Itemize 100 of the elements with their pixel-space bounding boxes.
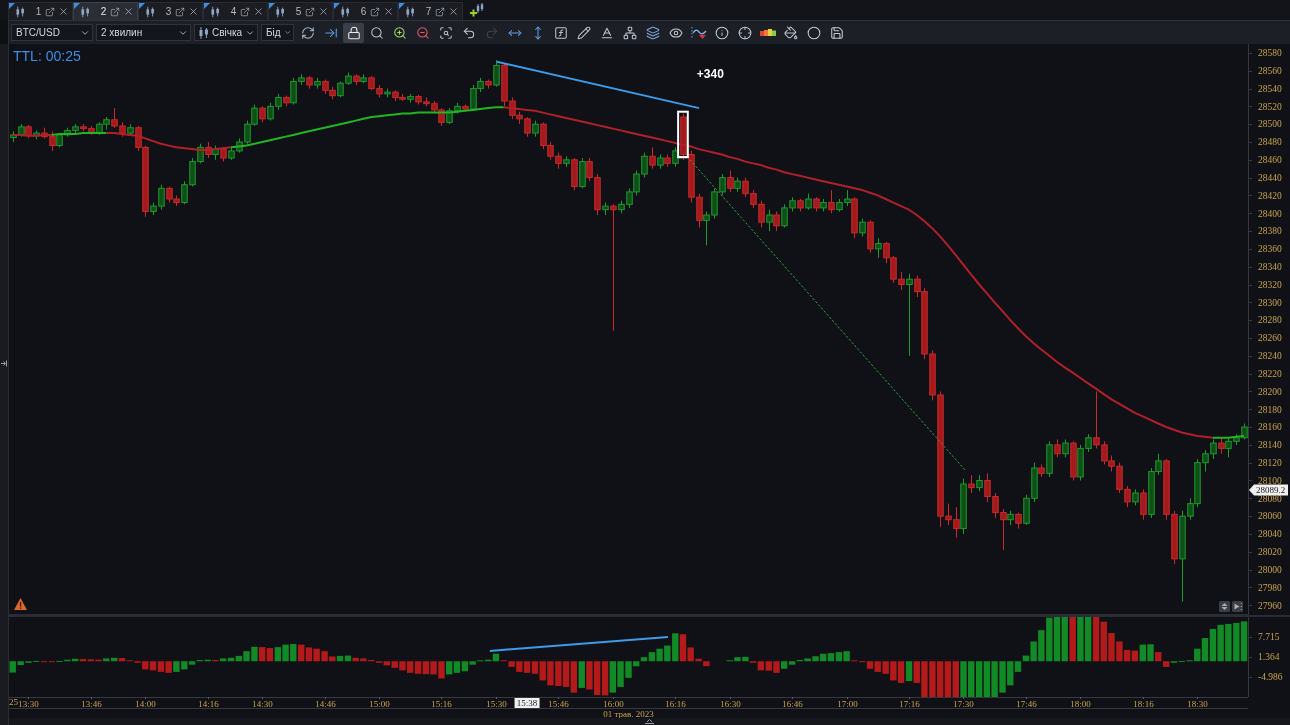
- candle-wick: [831, 189, 832, 214]
- y-tick-label: 28089.2: [1256, 485, 1286, 496]
- axis-label: 7.715: [1258, 632, 1280, 643]
- chart-tab[interactable]: 6: [333, 2, 398, 20]
- close-button[interactable]: [58, 5, 69, 18]
- candlestick-icon: [81, 5, 90, 18]
- candle-wick: [1003, 508, 1004, 551]
- close-button[interactable]: [318, 5, 329, 18]
- network-icon: [622, 25, 637, 40]
- undo-icon: [461, 25, 476, 40]
- lock-button[interactable]: [343, 22, 364, 43]
- candle-wick: [675, 146, 676, 168]
- add-chart-button[interactable]: [469, 2, 485, 18]
- candle-wick: [1205, 449, 1206, 473]
- axis-label: 27960: [1258, 600, 1282, 611]
- candle-wick: [886, 241, 887, 264]
- candle-wick: [714, 187, 715, 220]
- candle-wick: [1213, 439, 1214, 460]
- candle-wick: [1127, 485, 1128, 508]
- close-button[interactable]: [253, 5, 264, 18]
- axis-label: 28040: [1258, 529, 1282, 540]
- axis-label: 28400: [1258, 208, 1282, 219]
- axis-label: 28220: [1258, 368, 1282, 379]
- candlestick-icon: [276, 5, 285, 18]
- layers-icon: [645, 25, 660, 40]
- time-label: 25: [9, 697, 18, 708]
- axis-label: 28440: [1258, 172, 1282, 183]
- candlestick-icon: [16, 5, 25, 18]
- axis-label: 1.364: [1258, 652, 1280, 663]
- magnifier-icon: [369, 25, 384, 40]
- crosshair-icon: [737, 25, 752, 40]
- candle-wick: [722, 173, 723, 196]
- color-bars-icon: [759, 28, 776, 37]
- eye-icon: [668, 25, 683, 40]
- collapse-arrow-icon: [645, 719, 654, 724]
- close-button[interactable]: [188, 5, 199, 18]
- axis-label: 28460: [1258, 155, 1282, 166]
- axis-label: 28100: [1258, 475, 1282, 486]
- candle-wick: [1228, 437, 1229, 458]
- chart-tab[interactable]: 2: [73, 2, 138, 20]
- candle-wick: [1158, 453, 1159, 476]
- axis-label: 28080: [1258, 493, 1282, 504]
- axis-label: 28140: [1258, 440, 1282, 451]
- axis-label: 28500: [1258, 119, 1282, 130]
- candle-wick: [636, 170, 637, 196]
- candle-wick: [161, 184, 162, 211]
- popout-icon: [369, 6, 380, 17]
- candle-wick: [1104, 440, 1105, 465]
- chart-tab[interactable]: 4: [203, 2, 268, 20]
- axis-label: 28120: [1258, 457, 1282, 468]
- candle-wick: [730, 170, 731, 193]
- close-button[interactable]: [448, 5, 459, 18]
- popout-button[interactable]: [239, 5, 250, 18]
- axis-label: 28240: [1258, 351, 1282, 362]
- timeframe-select[interactable]: 2 хвилин: [96, 24, 191, 41]
- popout-button[interactable]: [109, 5, 120, 18]
- chart-tab[interactable]: 5: [268, 2, 333, 20]
- candle-wick: [83, 123, 84, 132]
- chart-tab[interactable]: 1: [8, 2, 73, 20]
- candle-wick: [987, 472, 988, 503]
- candle-wick: [699, 193, 700, 228]
- popout-icon: [434, 6, 445, 17]
- price-tag: 28089.2: [1249, 484, 1288, 496]
- function-icon: [553, 25, 568, 40]
- up-down-button[interactable]: [1219, 601, 1230, 612]
- candle-wick: [652, 146, 653, 170]
- candle-wick: [761, 200, 762, 228]
- chart-type-select[interactable]: Свічка: [194, 24, 258, 41]
- scroll-right-button[interactable]: [1232, 601, 1243, 612]
- popout-button[interactable]: [44, 5, 55, 18]
- popout-button[interactable]: [434, 5, 445, 18]
- price-side-select[interactable]: Бід: [261, 24, 294, 41]
- close-button[interactable]: [123, 5, 134, 18]
- close-icon: [383, 6, 394, 17]
- candle-wick: [512, 96, 513, 120]
- candle-wick: [644, 152, 645, 179]
- candle-wick: [769, 209, 770, 232]
- popout-button[interactable]: [304, 5, 315, 18]
- highlight-frame: [677, 110, 689, 159]
- candle-wick: [402, 93, 403, 102]
- warning-icon: [14, 598, 27, 610]
- axis-label: 28260: [1258, 333, 1282, 344]
- candle-wick: [1096, 390, 1097, 449]
- popout-icon: [239, 6, 250, 17]
- scan-search-icon: [438, 25, 453, 40]
- candlestick-icon: [406, 5, 415, 18]
- popout-icon: [174, 6, 185, 17]
- popout-button[interactable]: [369, 5, 380, 18]
- chart-tab[interactable]: 3: [138, 2, 203, 20]
- chart-tab[interactable]: 7: [398, 2, 463, 20]
- chevron-down-icon: [283, 28, 291, 37]
- axis-label: 28380: [1258, 226, 1282, 237]
- popout-icon: [304, 6, 315, 17]
- save-icon: [829, 25, 844, 40]
- close-button[interactable]: [383, 5, 394, 18]
- symbol-select[interactable]: BTC/USD: [11, 24, 93, 41]
- axis-label: 28020: [1258, 547, 1282, 558]
- popout-button[interactable]: [174, 5, 185, 18]
- arrow-to-line-icon: [323, 25, 338, 40]
- candle-wick: [52, 130, 53, 152]
